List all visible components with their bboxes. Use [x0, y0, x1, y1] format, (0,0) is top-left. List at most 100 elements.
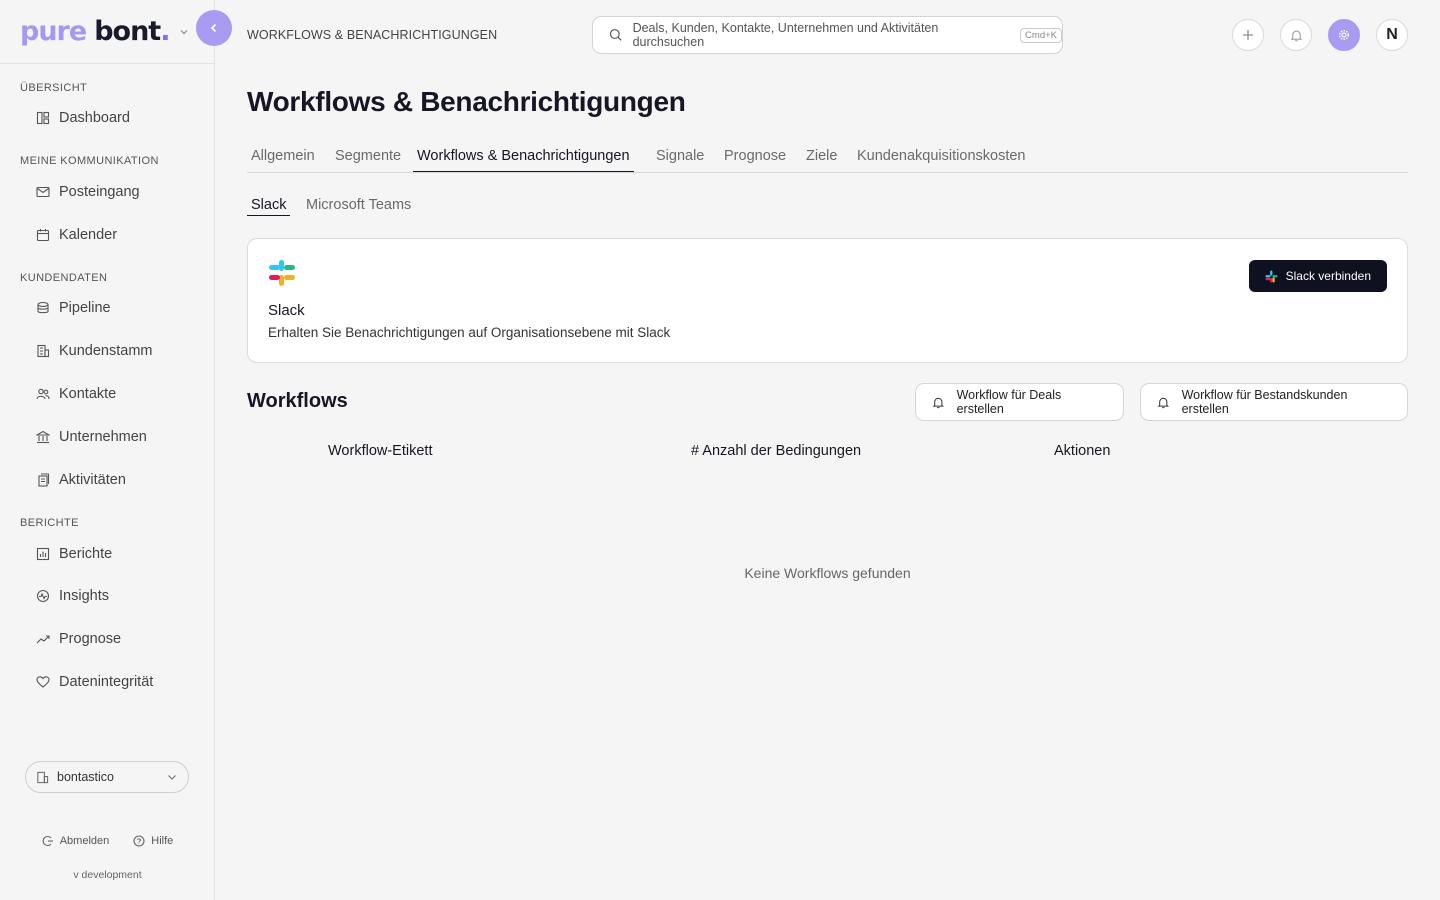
search-placeholder: Deals, Kunden, Kontakte, Unternehmen und… [632, 21, 939, 49]
settings-tabs: Allgemein Segmente Workflows & Benachric… [247, 140, 1408, 173]
sidebar-item-label: Unternehmen [59, 429, 147, 445]
tab-allgemein[interactable]: Allgemein [251, 148, 315, 171]
subtab-microsoft-teams[interactable]: Microsoft Teams [306, 197, 411, 215]
brand-dot: . [160, 16, 170, 47]
sidebar-item-label: Pipeline [59, 300, 111, 316]
sidebar-item-inbox[interactable]: Posteingang [36, 184, 140, 200]
tab-ziele[interactable]: Ziele [806, 148, 837, 171]
tab-segmente[interactable]: Segmente [335, 148, 401, 171]
create-deal-workflow-button[interactable]: Workflow für Deals erstellen [915, 383, 1124, 421]
slack-card-description: Erhalten Sie Benachrichtigungen auf Orga… [268, 325, 671, 340]
sidebar-item-label: Insights [59, 588, 109, 604]
sidebar-item-activities[interactable]: Aktivitäten [36, 472, 126, 488]
sidebar: pure bont. ÜBERSICHT Dashboard MEINE KOMM… [0, 0, 215, 900]
slack-icon [1265, 269, 1278, 283]
trend-icon [36, 635, 50, 644]
bar-chart-icon [36, 547, 50, 561]
heart-icon [36, 676, 50, 688]
version-label: v development [73, 869, 142, 881]
column-header-conditions: # Anzahl der Bedingungen [691, 443, 862, 459]
sidebar-item-label: Datenintegrität [59, 674, 154, 690]
building-icon [37, 344, 50, 358]
slack-card-title: Slack [268, 302, 305, 319]
tab-cac[interactable]: Kundenakquisitionskosten [857, 148, 1025, 171]
tab-workflows[interactable]: Workflows & Benachrichtigungen [413, 148, 634, 172]
mail-icon [36, 186, 50, 198]
sidebar-item-label: Berichte [59, 546, 113, 562]
sidebar-item-label: Prognose [59, 631, 122, 647]
section-title-overview: ÜBERSICHT [20, 82, 88, 94]
page-title: Workflows & Benachrichtigungen [247, 86, 686, 117]
sidebar-item-label: Kalender [59, 227, 118, 243]
create-deal-workflow-label: Workflow für Deals erstellen [956, 388, 1062, 416]
sidebar-item-pipeline[interactable]: Pipeline [36, 300, 111, 316]
connect-slack-label: Slack verbinden [1285, 269, 1371, 283]
logout-icon [42, 835, 53, 847]
building-icon [37, 771, 49, 783]
organization-name: bontastico [57, 770, 114, 784]
sidebar-item-label: Posteingang [59, 184, 140, 200]
notifications-button[interactable] [1280, 19, 1312, 51]
sidebar-item-data-integrity[interactable]: Datenintegrität [36, 674, 153, 690]
sidebar-item-label: Kundenstamm [59, 343, 153, 359]
settings-button[interactable] [1328, 19, 1360, 51]
tab-signale[interactable]: Signale [656, 148, 704, 171]
column-header-actions: Aktionen [1054, 443, 1111, 459]
slack-integration-card: Slack Erhalten Sie Benachrichtigungen au… [247, 238, 1408, 363]
layout-icon [36, 111, 50, 125]
section-title-communication: MEINE KOMMUNIKATION [20, 155, 159, 167]
connect-slack-button[interactable]: Slack verbinden [1248, 260, 1387, 292]
section-title-customer-data: KUNDENDATEN [20, 272, 108, 284]
plus-icon [1243, 30, 1253, 40]
help-label: Hilfe [151, 835, 174, 847]
breadcrumb: WORKFLOWS & BENACHRICHTIGUNGEN [247, 28, 498, 42]
brand-logo[interactable]: pure bont. [20, 16, 170, 47]
sidebar-item-contacts[interactable]: Kontakte [36, 386, 116, 402]
bell-icon [932, 397, 944, 408]
sidebar-item-companies[interactable]: Unternehmen [36, 429, 147, 445]
chevron-down-icon [168, 775, 176, 780]
search-icon [609, 29, 622, 41]
create-customer-workflow-button[interactable]: Workflow für Bestandskunden erstellen [1140, 383, 1408, 421]
tab-prognose[interactable]: Prognose [724, 148, 786, 171]
slack-logo-icon [269, 260, 295, 286]
help-icon [133, 835, 145, 847]
avatar[interactable]: N [1376, 19, 1408, 51]
sidebar-item-dashboard[interactable]: Dashboard [36, 110, 130, 126]
search-input[interactable]: Deals, Kunden, Kontakte, Unternehmen und… [592, 16, 1063, 54]
sidebar-footer: Abmelden Hilfe [0, 835, 215, 847]
brand-part1: pure [20, 16, 87, 47]
files-icon [38, 473, 50, 487]
users-icon [36, 388, 50, 400]
brand-part2: bont [94, 16, 161, 47]
collapse-sidebar-button[interactable] [196, 10, 232, 46]
sidebar-item-forecast[interactable]: Prognose [36, 631, 121, 647]
sidebar-item-insights[interactable]: Insights [36, 588, 109, 604]
chevron-down-icon[interactable] [177, 25, 191, 39]
logout-link[interactable]: Abmelden [42, 835, 110, 847]
database-icon [37, 301, 49, 314]
logout-label: Abmelden [59, 835, 110, 847]
create-customer-workflow-label: Workflow für Bestandskunden erstellen [1181, 388, 1348, 416]
activity-icon [36, 589, 50, 603]
sidebar-item-label: Aktivitäten [59, 472, 126, 488]
calendar-icon [36, 229, 50, 242]
workflows-title: Workflows [247, 390, 348, 412]
organization-select[interactable]: bontastico [25, 761, 189, 793]
bell-icon [1157, 397, 1169, 408]
sidebar-item-label: Kontakte [59, 386, 117, 402]
gear-icon [1338, 29, 1350, 41]
sidebar-item-reports[interactable]: Berichte [36, 546, 112, 562]
empty-state-message: Keine Workflows gefunden [744, 565, 911, 581]
shortcut-badge: Cmd+K [1020, 27, 1062, 43]
sidebar-item-customers[interactable]: Kundenstamm [36, 343, 153, 359]
sidebar-item-calendar[interactable]: Kalender [36, 227, 117, 243]
bell-icon [1290, 30, 1302, 41]
chevron-left-icon [210, 23, 217, 33]
bank-icon [36, 430, 50, 444]
sidebar-item-label: Dashboard [59, 110, 130, 126]
help-link[interactable]: Hilfe [133, 835, 173, 847]
add-button[interactable] [1232, 19, 1264, 51]
logo-row: pure bont. [0, 0, 214, 64]
subtab-slack[interactable]: Slack [247, 197, 291, 216]
